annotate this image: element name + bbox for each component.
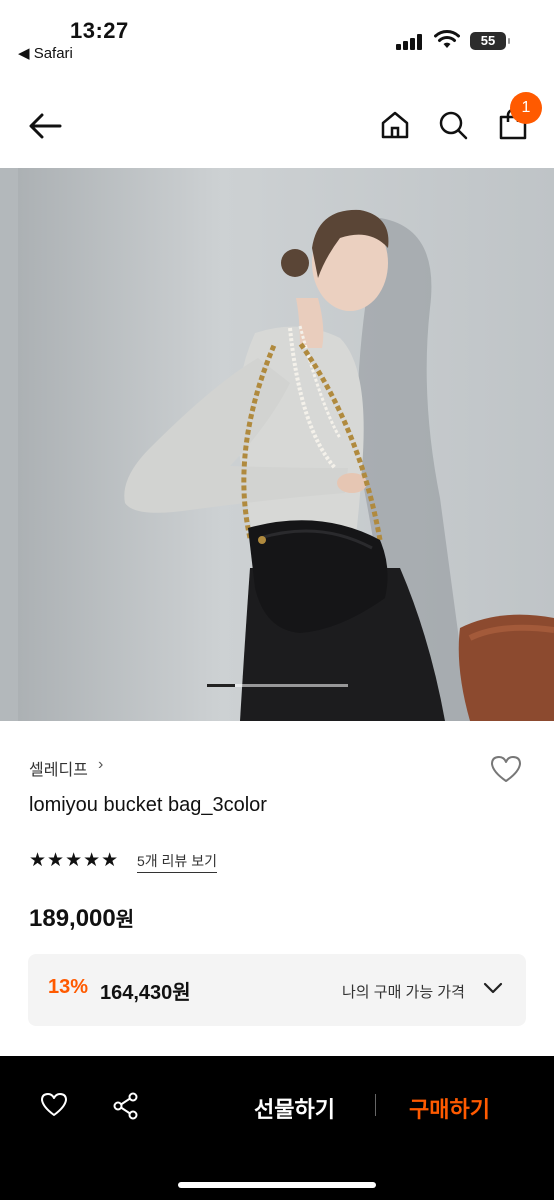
wishlist-heart-icon[interactable] (489, 754, 523, 784)
heart-icon[interactable] (40, 1092, 68, 1118)
price-unit: 원 (115, 909, 135, 931)
discount-rate: 13% (48, 976, 89, 998)
chevron-right-icon: › (98, 756, 104, 773)
search-icon[interactable] (438, 110, 468, 140)
home-indicator (178, 1182, 376, 1188)
gift-button[interactable]: 선물하기 (254, 1092, 335, 1124)
battery-icon: 55 (470, 32, 510, 50)
status-time: 13:27 (70, 18, 129, 43)
carousel-indicator-active (207, 684, 235, 687)
product-photo (0, 168, 554, 721)
share-icon[interactable] (112, 1092, 140, 1120)
price-amount: 189,000 (29, 905, 116, 932)
signal-icon (396, 34, 426, 50)
rating-stars: ★★★★★ (29, 850, 120, 871)
top-nav (0, 92, 554, 162)
wifi-icon (434, 30, 460, 48)
back-to-safari-link[interactable]: ◀ Safari (18, 44, 73, 62)
reviews-link[interactable]: 5개 리뷰 보기 (137, 851, 217, 873)
carousel-indicator[interactable] (207, 684, 348, 687)
brand-link[interactable]: 셀레디프 (29, 756, 88, 780)
buy-button[interactable]: 구매하기 (409, 1092, 490, 1124)
home-icon[interactable] (380, 110, 410, 140)
chevron-down-icon (483, 982, 503, 994)
back-arrow-icon[interactable] (28, 112, 62, 140)
product-image[interactable] (0, 168, 554, 721)
my-price-label: 나의 구매 가능 가격 (342, 984, 465, 1001)
cart-count-badge: 1 (510, 92, 542, 124)
status-bar: 13:27 ◀ Safari 55 (0, 0, 554, 72)
my-price-dropdown[interactable]: 13% 164,430원 나의 구매 가능 가격 (28, 954, 526, 1026)
discount-price: 164,430원 (100, 982, 191, 1004)
bottom-action-bar: 선물하기 구매하기 (0, 1056, 554, 1200)
product-name: lomiyou bucket bag_3color (29, 794, 267, 816)
divider (375, 1094, 376, 1116)
product-price: 189,000원 (29, 903, 134, 933)
